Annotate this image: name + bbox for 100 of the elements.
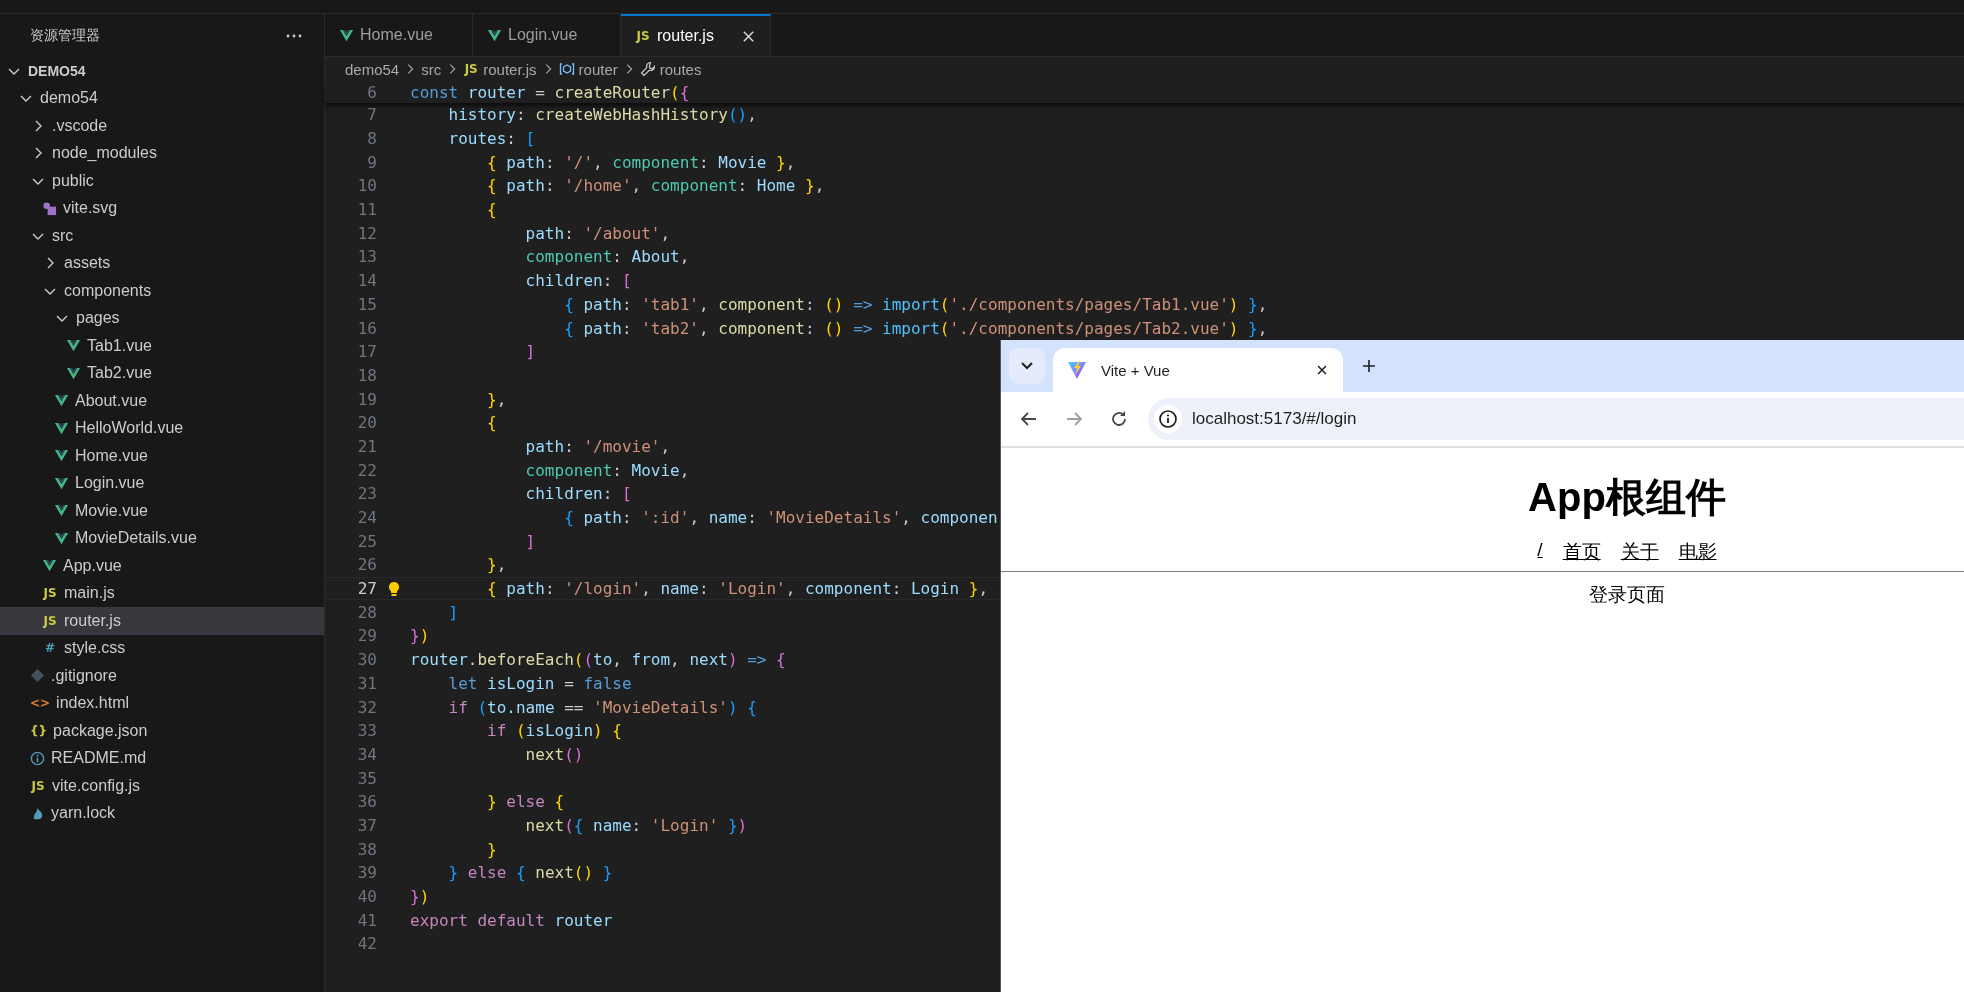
reload-icon[interactable] [1109,409,1129,429]
folder-item[interactable]: public [0,167,324,195]
code-line: { path: 'tab1', component: () => import('./components/pages/Tab1.vue') }, [563,294,1268,314]
code-line: component: About, [524,247,690,267]
file-item[interactable]: Tab2.vue [0,359,324,387]
file-item[interactable]: <> index.html [0,689,324,717]
breadcrumb-item[interactable]: routes [659,60,702,78]
folder-item[interactable]: assets [0,249,324,277]
line-number: 41 [356,910,377,930]
page-text: 登录页面 [1589,583,1665,607]
file-item[interactable]: .gitignore [0,662,324,690]
line-number: 39 [356,863,377,883]
code-line: path: '/about', [524,223,671,243]
code-line: children: [ [524,271,632,291]
code-line: routes: [ [447,129,536,149]
code-line: { path: 'tab2', component: () => import('./components/pages/Tab2.vue') }, [563,318,1268,338]
folder-item[interactable]: components [0,277,324,305]
file-type-icon: JS [30,778,46,793]
file-item[interactable]: {} package.json [0,717,324,745]
vue-icon [339,27,354,43]
line-number: 36 [356,792,377,812]
code-line: if (isLogin) { [486,721,622,741]
info-icon[interactable] [1154,405,1182,433]
file-item[interactable]: MovieDetails.vue [0,524,324,552]
code-line: const router = createRouter({ [410,82,690,102]
code-line: router.beforeEach((to, from, next) => { [410,650,786,670]
line-number: 13 [356,247,377,267]
code-line: let isLogin = false [447,673,632,693]
breadcrumb-item[interactable]: router.js [483,60,537,78]
code-line: component: Movie, [524,460,690,480]
folder-item[interactable]: pages [0,304,324,332]
code-line: { path: '/login', name: 'Login', component: Login }, [486,579,988,599]
line-number: 35 [356,768,377,788]
file-item[interactable]: Login.vue [0,469,324,497]
code-line: } else { next() } [447,863,613,883]
folder-item[interactable]: node_modules [0,139,324,167]
line-number: 15 [356,294,377,314]
line-number: 21 [356,436,377,456]
file-item[interactable]: README.md [0,744,324,772]
more-icon[interactable] [286,33,302,38]
file-item[interactable]: JS vite.config.js [0,772,324,800]
code-line: if (to.name == 'MovieDetails') { [447,697,757,717]
file-item[interactable]: JS main.js [0,579,324,607]
code-line: }) [410,626,430,646]
close-icon[interactable] [1315,363,1329,377]
nav-link[interactable]: / [1537,539,1543,565]
line-number: 8 [366,129,377,149]
variable-icon [558,61,575,77]
breadcrumb-item[interactable]: router [578,60,618,78]
breadcrumb-item[interactable]: demo54 [345,60,400,78]
file-type-icon: JS [42,586,58,601]
file-item[interactable]: vite.svg [0,194,324,222]
file-type-icon: # [42,641,58,656]
line-number: 24 [356,508,377,528]
new-tab-icon[interactable] [1361,358,1377,374]
file-item[interactable]: Movie.vue [0,497,324,525]
wrench-icon [639,61,656,77]
code-line: path: '/movie', [524,436,671,456]
editor-tab[interactable]: JS router.js [621,14,771,56]
line-number: 25 [356,531,377,551]
code-line: { path: '/home', component: Home }, [486,176,825,196]
address-bar[interactable]: localhost:5173/#/login [1148,398,1964,440]
vue-icon [66,338,81,354]
line-number: 9 [366,152,377,172]
line-number: 30 [356,650,377,670]
file-item[interactable]: Tab1.vue [0,332,324,360]
line-number: 33 [356,721,377,741]
folder-item[interactable]: .vscode [0,112,324,140]
folder-item[interactable]: demo54 [0,84,324,112]
breadcrumb-item[interactable]: src [421,60,442,78]
code-line: ] [447,602,459,622]
vue-icon [54,530,69,546]
file-item[interactable]: Home.vue [0,442,324,470]
line-number: 26 [356,555,377,575]
file-item[interactable]: JS router.js [0,607,324,635]
line-number: 6 [366,82,377,102]
tab-list-button[interactable] [1009,348,1045,384]
nav-link[interactable]: 关于 [1620,539,1659,565]
vue-icon [54,393,69,409]
line-number: 16 [356,318,377,338]
nav-link[interactable]: 首页 [1562,539,1601,565]
file-item[interactable]: yarn.lock [0,799,324,827]
nav-link[interactable]: 电影 [1678,539,1717,565]
file-item[interactable]: # style.css [0,634,324,662]
file-type-icon: JS [42,613,58,628]
folder-item[interactable]: DEMO54 [0,57,324,85]
line-number: 12 [356,223,377,243]
vue-icon [54,503,69,519]
browser-tab[interactable]: Vite + Vue [1053,348,1343,392]
file-item[interactable]: About.vue [0,387,324,415]
line-number: 20 [356,413,377,433]
file-item[interactable]: App.vue [0,552,324,580]
folder-item[interactable]: src [0,222,324,250]
code-line: { [486,413,497,433]
code-line: } [486,839,497,859]
code-line: { [486,200,497,220]
editor-tab[interactable]: Home.vue [325,14,473,56]
file-item[interactable]: HelloWorld.vue [0,414,324,442]
file-type-icon: JS [635,29,651,43]
line-number: 28 [356,602,377,622]
